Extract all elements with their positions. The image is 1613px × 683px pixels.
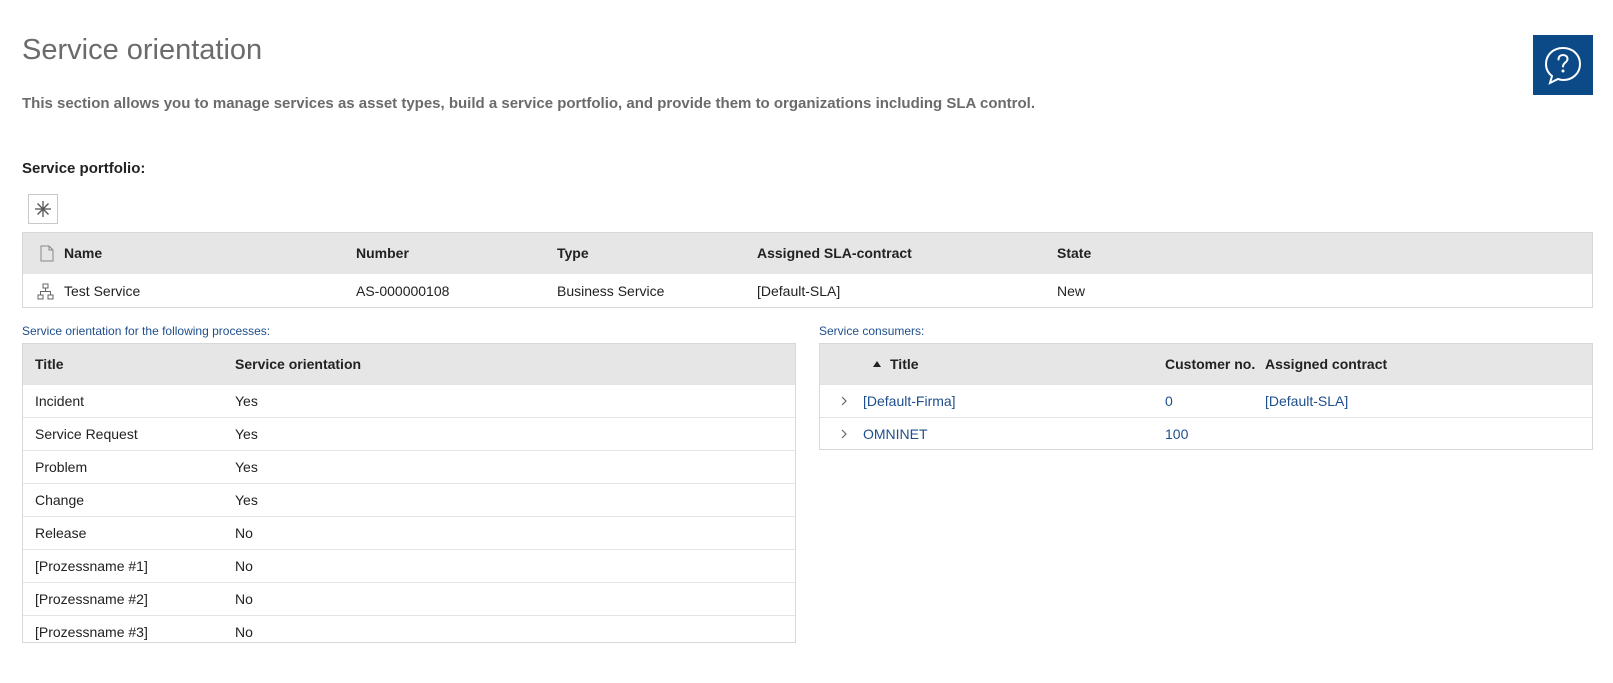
service-consumers-table: Title Customer no. Assigned contract [De… (819, 343, 1593, 450)
process-value: No (235, 558, 253, 574)
page-title: Service orientation (22, 34, 263, 66)
consumer-title-link[interactable]: [Default-Firma] (863, 385, 956, 417)
help-speech-bubble-icon (1544, 46, 1582, 85)
column-header-state[interactable]: State (1057, 233, 1091, 273)
process-title: Release (35, 525, 87, 541)
column-header-assigned-contract[interactable]: Assigned contract (1265, 344, 1387, 384)
service-type: Business Service (557, 283, 665, 299)
document-icon (40, 233, 54, 273)
column-header-title[interactable]: Title (35, 344, 64, 384)
process-title: Service Request (35, 426, 138, 442)
table-row[interactable]: Incident Yes (23, 384, 795, 417)
process-title: [Prozessname #3] (35, 624, 148, 640)
consumer-title-link[interactable]: OMNINET (863, 418, 928, 450)
process-title: Change (35, 492, 85, 508)
service-number: AS-000000108 (356, 283, 450, 299)
table-row[interactable]: Problem Yes (23, 450, 795, 483)
new-service-button[interactable] (28, 194, 58, 224)
table-row[interactable]: OMNINET 100 (820, 417, 1592, 450)
table-row[interactable]: [Default-Firma] 0 [Default-SLA] (820, 384, 1592, 417)
consumer-contract-link[interactable]: [Default-SLA] (1265, 385, 1348, 417)
process-title: [Prozessname #1] (35, 558, 148, 574)
page-description: This section allows you to manage servic… (22, 95, 1035, 112)
process-title: Incident (35, 393, 85, 409)
service-state: New (1057, 283, 1086, 299)
consumer-customer-no[interactable]: 100 (1165, 418, 1188, 450)
column-header-service-orientation[interactable]: Service orientation (235, 344, 361, 384)
consumers-caption: Service consumers: (819, 324, 925, 338)
chevron-right-icon[interactable] (840, 418, 848, 450)
service-name: Test Service (64, 283, 141, 299)
table-row[interactable]: [Prozessname #2] No (23, 582, 795, 615)
asterisk-icon (35, 201, 51, 217)
service-portfolio-table: Name Number Type Assigned SLA-contract S… (22, 232, 1593, 308)
sort-ascending-icon[interactable] (872, 344, 882, 384)
process-value: No (235, 624, 253, 640)
service-portfolio-title: Service portfolio: (22, 160, 146, 177)
column-header-name[interactable]: Name (64, 233, 102, 273)
process-value: Yes (235, 459, 258, 475)
process-value: Yes (235, 492, 258, 508)
service-hierarchy-icon (37, 274, 54, 308)
table-row[interactable]: Change Yes (23, 483, 795, 516)
column-header-assigned-sla[interactable]: Assigned SLA-contract (757, 233, 912, 273)
consumer-customer-no[interactable]: 0 (1165, 385, 1173, 417)
process-orientation-table: Title Service orientation Incident Yes Se… (22, 343, 796, 643)
column-header-customer-no[interactable]: Customer no. (1165, 344, 1255, 384)
service-sla: [Default-SLA] (757, 283, 841, 299)
table-row[interactable]: Service Request Yes (23, 417, 795, 450)
help-button[interactable] (1533, 35, 1593, 95)
process-value: Yes (235, 393, 258, 409)
table-row[interactable]: [Prozessname #1] No (23, 549, 795, 582)
table-header: Title Customer no. Assigned contract (820, 344, 1592, 384)
process-title: [Prozessname #2] (35, 591, 148, 607)
chevron-right-icon[interactable] (840, 385, 848, 417)
column-header-type[interactable]: Type (557, 233, 589, 273)
table-header: Title Service orientation (23, 344, 795, 384)
table-row[interactable]: [Prozessname #3] No (23, 615, 795, 648)
process-title: Problem (35, 459, 88, 475)
process-value: No (235, 525, 253, 541)
process-value: Yes (235, 426, 258, 442)
processes-caption: Service orientation for the following pr… (22, 324, 271, 338)
table-row[interactable]: Test Service AS-000000108 Business Servi… (23, 273, 1592, 308)
column-header-number[interactable]: Number (356, 233, 409, 273)
process-value: No (235, 591, 253, 607)
column-header-title[interactable]: Title (890, 344, 919, 384)
table-header: Name Number Type Assigned SLA-contract S… (23, 233, 1592, 273)
table-row[interactable]: Release No (23, 516, 795, 549)
